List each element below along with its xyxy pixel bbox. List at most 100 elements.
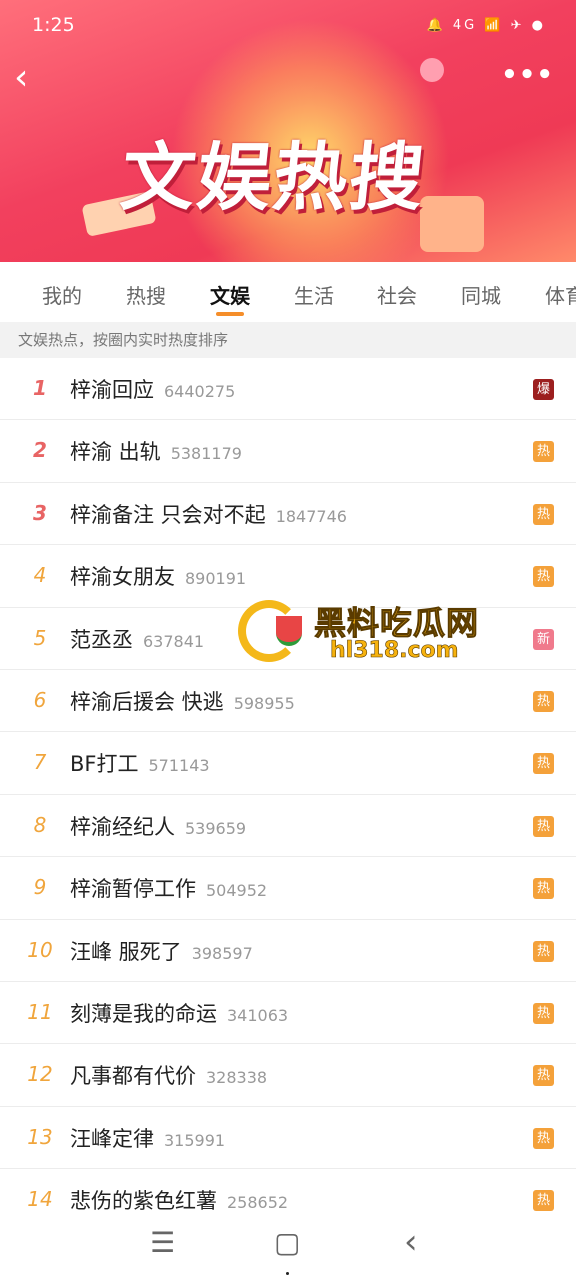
topic-text: BF打工 (70, 752, 139, 777)
topic-text: 汪峰定律 (70, 1126, 154, 1151)
list-item[interactable]: 11 刻薄是我的命运 341063 热 (0, 982, 576, 1045)
heat-count: 315991 (164, 1130, 226, 1150)
heat-count: 571143 (148, 756, 210, 776)
topic-label: 范丞丞 637841 (70, 624, 204, 654)
banner-planet (420, 58, 444, 82)
rank-number: 13 (27, 1124, 53, 1149)
tab-6[interactable]: 体育 (545, 280, 576, 309)
list-description: 文娱热点，按圈内实时热度排序 (0, 322, 576, 358)
list-item[interactable]: 7 BF打工 571143 热 (0, 732, 576, 795)
tab-3[interactable]: 生活 (294, 280, 334, 309)
rank-number: 9 (33, 875, 47, 900)
status-icons: 🔔 4G 📶 ✈ ● (426, 17, 546, 33)
status-bar: 1:25 🔔 4G 📶 ✈ ● (32, 10, 546, 40)
rank-number: 6 (33, 687, 47, 712)
status-badge: 热 (533, 940, 554, 962)
nav-menu-icon[interactable]: ☰ (150, 1226, 175, 1259)
topic-text: 梓渝暂停工作 (70, 877, 196, 902)
heat-count: 398597 (191, 943, 253, 963)
heat-count: 258652 (227, 1193, 289, 1213)
watermark: 黑料吃瓜网 hl318.com (238, 598, 494, 670)
tab-5[interactable]: 同城 (461, 280, 501, 309)
topic-text: 梓渝女朋友 (70, 565, 175, 590)
heat-count: 5381179 (170, 444, 242, 464)
list-item[interactable]: 9 梓渝暂停工作 504952 热 (0, 857, 576, 920)
status-badge: 热 (533, 503, 554, 525)
topic-text: 梓渝备注 只会对不起 (70, 502, 266, 527)
more-button[interactable]: ••• (501, 60, 554, 90)
rank-number: 4 (33, 563, 47, 588)
rank-number: 5 (33, 625, 47, 650)
topic-label: 梓渝回应 6440275 (70, 374, 235, 404)
topic-label: 梓渝后援会 快逃 598955 (70, 686, 295, 716)
heat-count: 539659 (185, 818, 247, 838)
status-badge: 热 (533, 1065, 554, 1087)
topic-label: 梓渝暂停工作 504952 (70, 873, 267, 903)
rank-number: 11 (27, 999, 53, 1024)
heat-count: 890191 (185, 569, 247, 589)
topic-label: BF打工 571143 (70, 748, 210, 778)
topic-label: 汪峰 服死了 398597 (70, 936, 253, 966)
heat-count: 598955 (233, 693, 295, 713)
status-badge: 热 (533, 753, 554, 775)
status-time: 1:25 (32, 14, 75, 36)
rank-number: 8 (33, 812, 47, 837)
system-nav-bar: ☰ ▢ ‹ (0, 1214, 576, 1280)
list-item[interactable]: 6 梓渝后援会 快逃 598955 热 (0, 670, 576, 733)
tab-2[interactable]: 文娱 (210, 280, 250, 309)
list-item[interactable]: 2 梓渝 出轨 5381179 热 (0, 420, 576, 483)
back-button[interactable]: ‹ (14, 58, 50, 98)
topic-label: 梓渝 出轨 5381179 (70, 436, 242, 466)
list-item[interactable]: 1 梓渝回应 6440275 爆 (0, 358, 576, 421)
rank-number: 10 (27, 937, 53, 962)
status-badge: 热 (533, 690, 554, 712)
heat-count: 328338 (206, 1068, 268, 1088)
status-badge: 热 (533, 1002, 554, 1024)
tab-4[interactable]: 社会 (377, 280, 417, 309)
status-badge: 热 (533, 441, 554, 463)
rank-number: 7 (33, 750, 47, 775)
watermark-url: hl318.com (330, 638, 459, 664)
trending-list: 1 梓渝回应 6440275 爆 2 梓渝 出轨 5381179 热 3 梓渝备注 只会对不起 18… (0, 358, 576, 1232)
rank-number: 2 (33, 438, 47, 463)
status-badge: 爆 (533, 379, 554, 400)
topic-label: 汪峰定律 315991 (70, 1123, 225, 1153)
topic-text: 梓渝后援会 快逃 (70, 689, 224, 714)
banner-camera-deco (420, 196, 484, 252)
list-item[interactable]: 10 汪峰 服死了 398597 热 (0, 920, 576, 982)
rank-number: 14 (27, 1187, 53, 1212)
topic-text: 范丞丞 (70, 627, 133, 652)
status-badge: 热 (533, 878, 554, 900)
active-tab-indicator (216, 312, 244, 316)
topic-text: 悲伤的紫色红薯 (70, 1189, 217, 1214)
list-item[interactable]: 12 凡事都有代价 328338 热 (0, 1044, 576, 1107)
heat-count: 6440275 (164, 382, 236, 401)
header-banner: 1:25 🔔 4G 📶 ✈ ● ‹ ••• 文娱热搜 (0, 0, 576, 262)
topic-label: 梓渝备注 只会对不起 1847746 (70, 499, 347, 529)
list-item[interactable]: 8 梓渝经纪人 539659 热 (0, 795, 576, 858)
heat-count: 637841 (143, 631, 205, 651)
watermelon-icon (276, 616, 302, 646)
topic-text: 凡事都有代价 (70, 1064, 196, 1089)
status-badge: 热 (533, 815, 554, 837)
category-tabs: 我的 热搜 文娱 生活 社会 同城 体育 (0, 262, 576, 322)
topic-text: 梓渝经纪人 (70, 814, 175, 839)
page-title: 文娱热搜 (116, 135, 430, 221)
rank-number: 12 (27, 1062, 53, 1087)
topic-text: 梓渝 出轨 (70, 440, 161, 465)
tab-0[interactable]: 我的 (42, 280, 82, 309)
topic-text: 梓渝回应 (70, 378, 154, 402)
rank-number: 1 (33, 376, 47, 400)
tab-1[interactable]: 热搜 (126, 280, 166, 309)
status-badge: 新 (533, 628, 554, 650)
nav-home-icon[interactable]: ▢ (274, 1226, 300, 1259)
heat-count: 341063 (227, 1005, 289, 1025)
topic-label: 刻薄是我的命运 341063 (70, 998, 288, 1028)
heat-count: 1847746 (275, 506, 347, 526)
list-item[interactable]: 3 梓渝备注 只会对不起 1847746 热 (0, 483, 576, 546)
list-item[interactable]: 13 汪峰定律 315991 热 (0, 1107, 576, 1170)
topic-label: 悲伤的紫色红薯 258652 (70, 1185, 288, 1215)
heat-count: 504952 (206, 881, 268, 901)
nav-back-icon[interactable]: ‹ (404, 1222, 418, 1262)
status-badge: 热 (533, 1127, 554, 1149)
